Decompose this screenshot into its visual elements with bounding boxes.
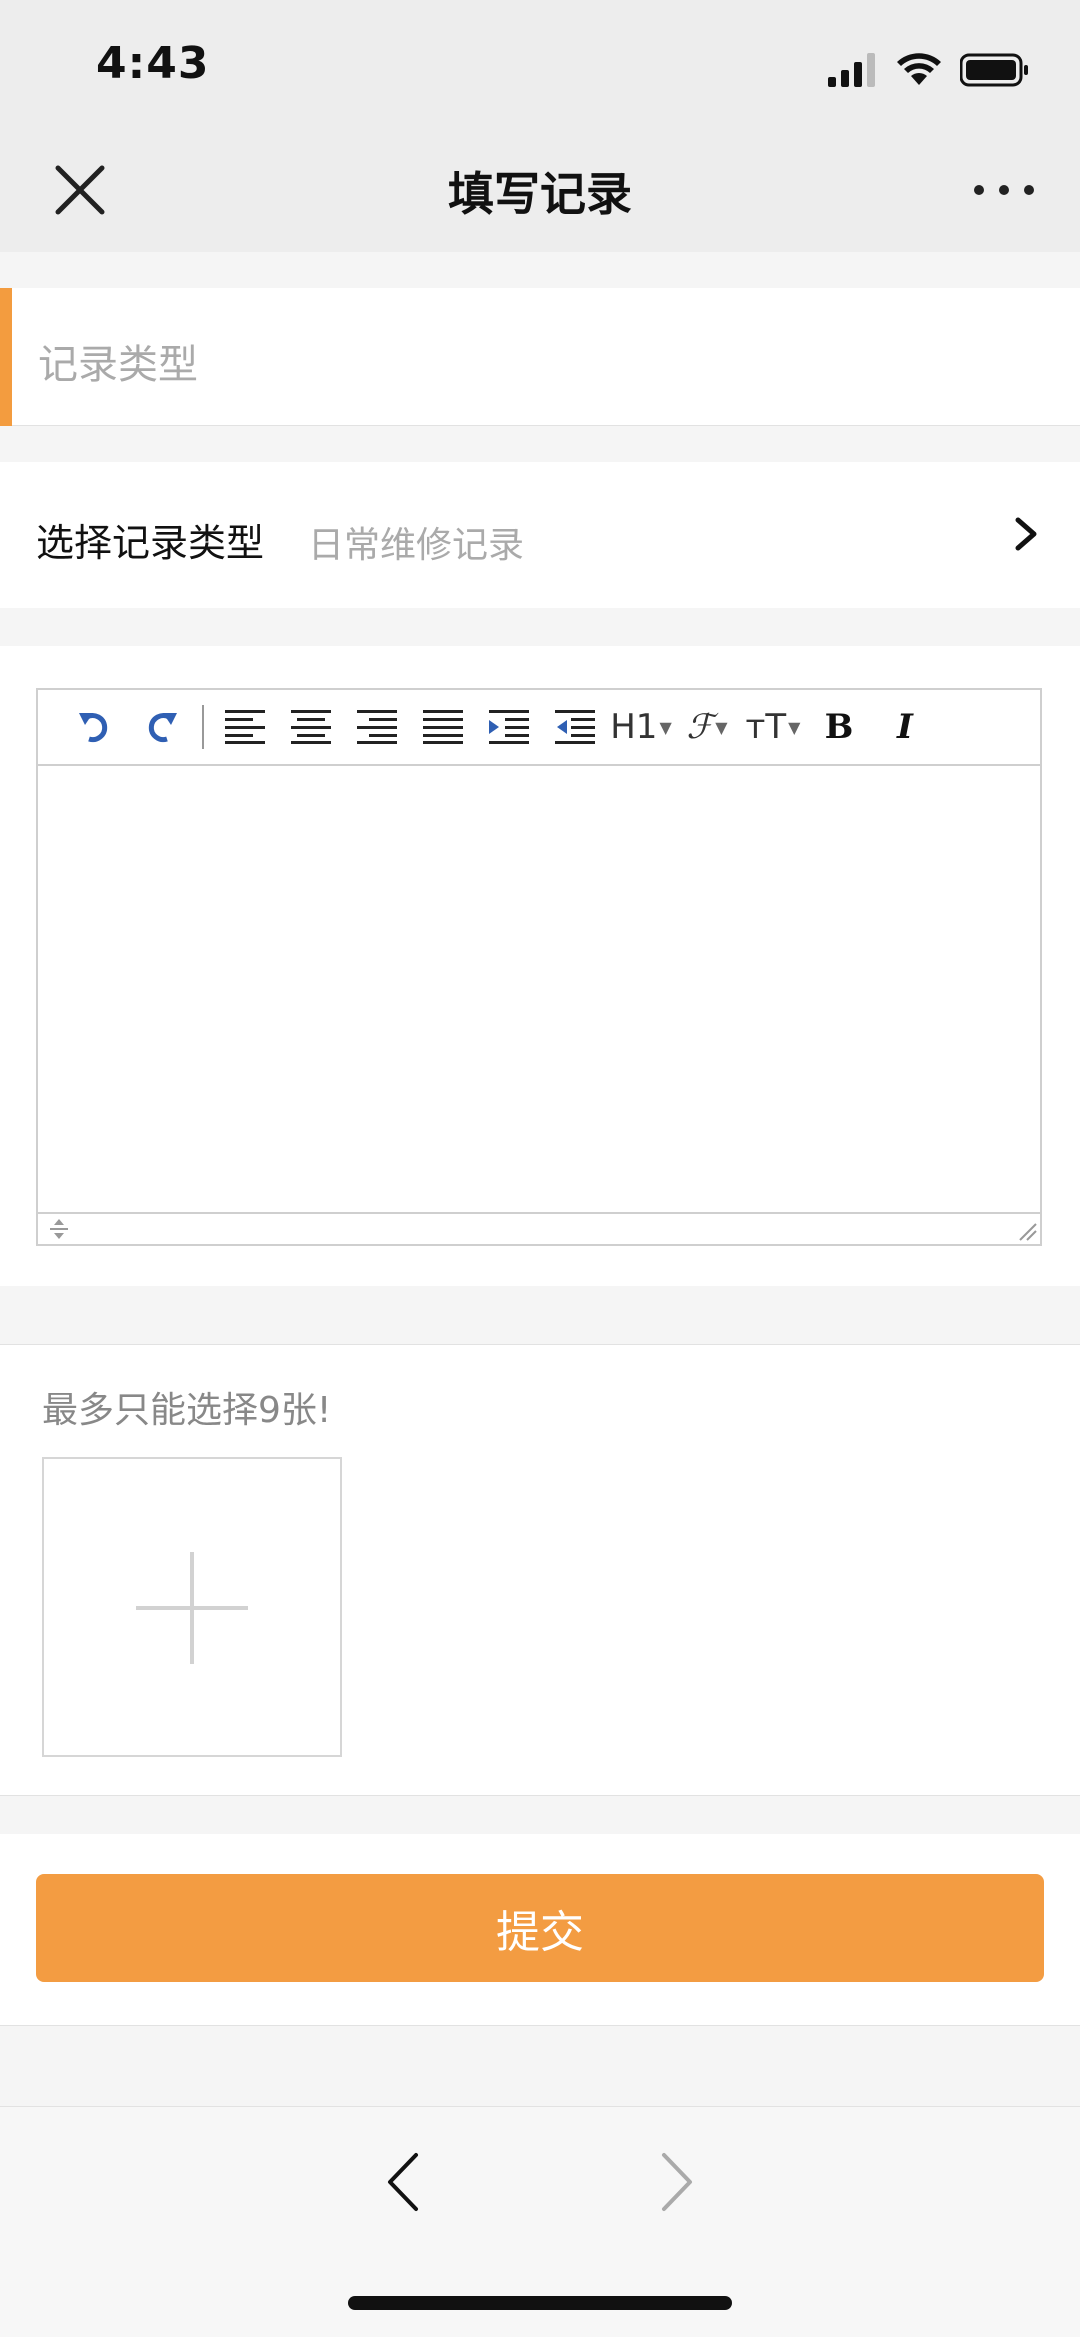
bold-label: B — [824, 707, 854, 747]
home-indicator — [348, 2296, 732, 2310]
more-dot — [1024, 185, 1034, 195]
font-family-label: ℱ — [686, 707, 714, 747]
status-time: 4:43 — [96, 38, 210, 89]
rich-text-editor: H1 ▼ ℱ ▼ тT ▼ B I — [36, 688, 1042, 1246]
record-type-section: 记录类型 — [0, 288, 1080, 426]
editor-section: H1 ▼ ℱ ▼ тT ▼ B I — [0, 646, 1080, 1286]
top-bar: 4:43 填写记录 — [0, 0, 1080, 252]
caret-down-icon: ▼ — [788, 717, 801, 737]
heading-button[interactable]: H1 ▼ — [608, 697, 674, 757]
redo-icon — [148, 713, 177, 743]
select-record-type-value: 日常维修记录 — [308, 525, 525, 566]
undo-icon — [79, 713, 108, 743]
align-right-icon — [357, 710, 397, 744]
italic-button[interactable]: I — [872, 697, 938, 757]
record-type-title: 记录类型 — [38, 342, 198, 388]
italic-label: I — [897, 707, 913, 747]
resize-vertical-icon[interactable] — [44, 1215, 74, 1243]
accent-bar — [0, 288, 12, 426]
caret-down-icon: ▼ — [715, 717, 728, 737]
outdent-button[interactable] — [542, 697, 608, 757]
font-family-button[interactable]: ℱ ▼ — [674, 697, 740, 757]
indent-button[interactable] — [476, 697, 542, 757]
align-left-button[interactable] — [212, 697, 278, 757]
justify-icon — [423, 710, 463, 744]
more-icon[interactable] — [974, 172, 1034, 208]
image-upload-section: 最多只能选择9张! — [0, 1344, 1080, 1796]
signal-icon — [828, 53, 875, 87]
status-icons — [828, 50, 1030, 90]
heading-label: H1 — [610, 707, 658, 747]
toolbar-separator — [202, 705, 204, 749]
editor-toolbar: H1 ▼ ℱ ▼ тT ▼ B I — [38, 690, 1040, 766]
add-image-button[interactable] — [42, 1457, 342, 1757]
submit-button[interactable]: 提交 — [36, 1874, 1044, 1982]
bold-button[interactable]: B — [806, 697, 872, 757]
indent-icon — [489, 710, 529, 744]
font-size-label: тT — [745, 707, 787, 747]
forward-icon[interactable] — [652, 2147, 702, 2217]
upload-hint: 最多只能选择9张! — [42, 1390, 332, 1431]
outdent-icon — [555, 710, 595, 744]
select-record-type-label: 选择记录类型 — [36, 521, 265, 565]
editor-content-area[interactable] — [38, 766, 1040, 1216]
redo-button[interactable] — [128, 697, 194, 757]
submit-section: 提交 — [0, 1834, 1080, 2026]
align-center-button[interactable] — [278, 697, 344, 757]
more-dot — [974, 185, 984, 195]
plus-icon — [190, 1552, 194, 1664]
justify-button[interactable] — [410, 697, 476, 757]
chevron-right-icon — [1015, 517, 1037, 551]
resize-handle-icon[interactable] — [1016, 1220, 1038, 1242]
caret-down-icon: ▼ — [659, 717, 672, 737]
battery-icon — [960, 53, 1028, 87]
font-size-button[interactable]: тT ▼ — [740, 697, 806, 757]
back-icon[interactable] — [378, 2147, 428, 2217]
undo-button[interactable] — [62, 697, 128, 757]
editor-footer — [38, 1212, 1040, 1244]
page-title: 填写记录 — [448, 167, 632, 221]
select-record-type-row[interactable]: 选择记录类型 日常维修记录 — [0, 462, 1080, 608]
wifi-icon — [897, 53, 941, 85]
align-center-icon — [291, 710, 331, 744]
more-dot — [999, 185, 1009, 195]
align-left-icon — [225, 710, 265, 744]
align-right-button[interactable] — [344, 697, 410, 757]
